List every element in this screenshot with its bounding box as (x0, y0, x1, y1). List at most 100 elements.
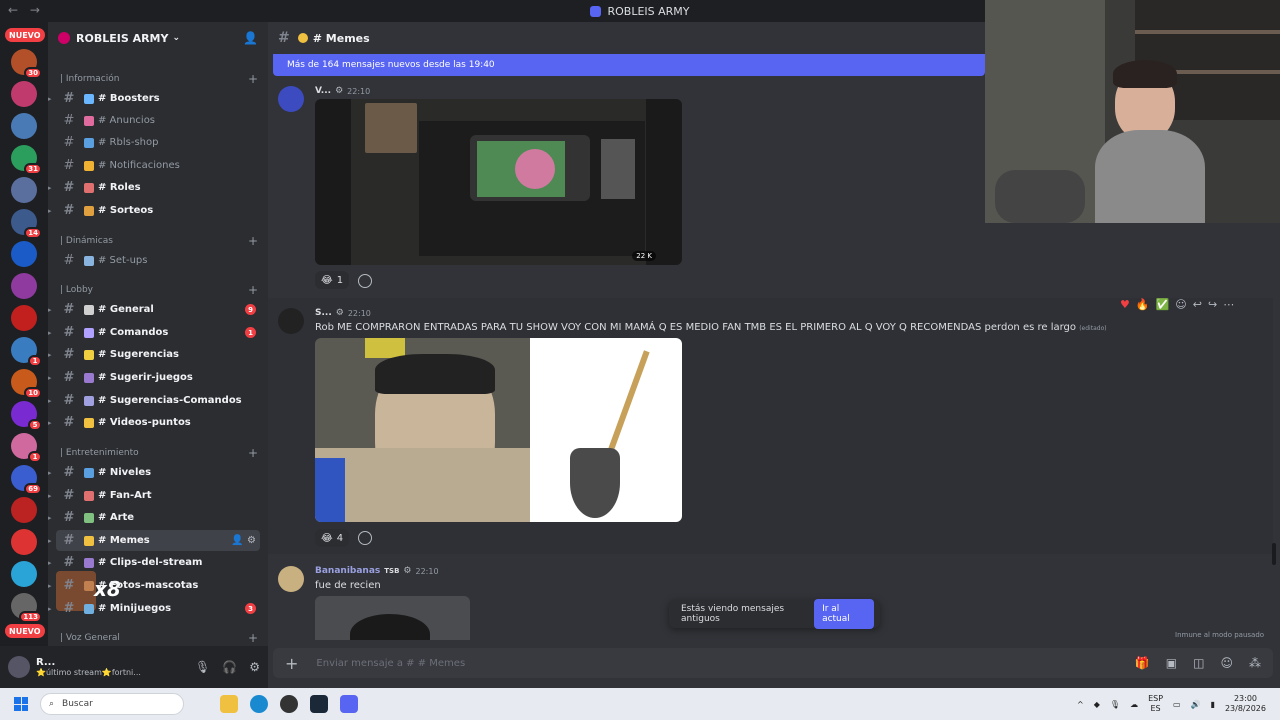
avatar[interactable] (278, 308, 304, 334)
gift-icon[interactable]: 🎁 (1135, 656, 1150, 670)
channel-sugerir-juegos[interactable]: ▸ # # Sugerir-juegos (48, 367, 260, 388)
meme-image-1[interactable]: 22 K (315, 99, 682, 265)
expand-arrow-icon[interactable]: ▸ (48, 537, 52, 545)
invite-icon[interactable]: 👤 (243, 31, 258, 45)
cloud-icon[interactable]: ☁ (1130, 700, 1138, 709)
category-lobby[interactable]: | Lobby + (60, 283, 258, 297)
channel-general[interactable]: ▸ # # General 9 (48, 299, 260, 320)
file-explorer-icon[interactable] (220, 695, 238, 713)
emoji-icon[interactable]: ☺ (1220, 656, 1233, 670)
reply-icon[interactable]: ↩ (1193, 298, 1202, 311)
microphone-icon[interactable]: 🎙 (1110, 700, 1120, 709)
shield-icon[interactable]: ◆ (1094, 700, 1100, 709)
meme-image-3[interactable] (315, 596, 470, 640)
category-informacion[interactable]: | Información + (60, 72, 258, 86)
channel-boosters[interactable]: ▸ # # Boosters (48, 88, 260, 109)
server-icon[interactable] (11, 81, 37, 107)
add-reaction-icon[interactable] (358, 531, 372, 545)
channel-niveles[interactable]: ▸ # # Niveles (48, 462, 260, 483)
expand-arrow-icon[interactable]: ▸ (48, 397, 52, 405)
expand-arrow-icon[interactable]: ▸ (48, 582, 52, 590)
reaction-laugh[interactable]: 😂 4 (315, 529, 350, 547)
fire-icon[interactable]: 🔥 (1136, 298, 1150, 311)
more-icon[interactable]: ⋯ (1223, 298, 1234, 311)
expand-arrow-icon[interactable]: ▸ (48, 306, 52, 314)
category-dinamicas[interactable]: | Dinámicas + (60, 234, 258, 248)
meme-image-2[interactable] (315, 338, 682, 522)
author-name[interactable]: V... (315, 86, 331, 96)
server-icon[interactable]: 14 (11, 209, 42, 239)
server-icon[interactable] (11, 113, 37, 139)
channel-roles[interactable]: ▸ # # Roles (48, 177, 260, 198)
author-name[interactable]: S... (315, 308, 332, 318)
expand-arrow-icon[interactable]: ▸ (48, 184, 52, 192)
heart-icon[interactable]: ♥ (1120, 298, 1130, 311)
channel-settings-icon[interactable]: 👤 ⚙ (231, 535, 256, 546)
channel-notificaciones[interactable]: # # Notificaciones (56, 155, 260, 176)
add-channel-icon[interactable]: + (248, 234, 258, 248)
guild-tag[interactable]: TSB (384, 567, 399, 575)
server-icon[interactable]: 69 (11, 465, 42, 495)
clock[interactable]: 23:00 23/8/2026 (1225, 694, 1266, 714)
avatar[interactable] (278, 566, 304, 592)
discord-icon[interactable] (340, 695, 358, 713)
add-channel-icon[interactable]: + (248, 72, 258, 86)
expand-arrow-icon[interactable]: ▸ (48, 207, 52, 215)
expand-arrow-icon[interactable]: ▸ (48, 559, 52, 567)
new-pill-bottom[interactable]: NUEVO (5, 624, 45, 638)
channel-minijuegos[interactable]: ▸ # # Minijuegos 3 (48, 598, 260, 619)
expand-arrow-icon[interactable]: ▸ (48, 469, 52, 477)
windows-start-icon[interactable] (14, 697, 28, 711)
gif-icon[interactable]: ▣ (1166, 656, 1177, 670)
taskbar-search[interactable]: ⌕ Buscar (40, 693, 184, 715)
server-icon[interactable]: 5 (11, 401, 42, 431)
expand-arrow-icon[interactable]: ▸ (48, 329, 52, 337)
server-icon[interactable]: 31 (11, 145, 42, 175)
headphones-icon[interactable]: 🎧 (222, 660, 237, 674)
sticker-icon[interactable]: ◫ (1193, 656, 1204, 670)
server-icon[interactable]: 1 (11, 337, 42, 367)
network-icon[interactable]: ▭ (1173, 700, 1181, 709)
expand-arrow-icon[interactable]: ▸ (48, 95, 52, 103)
channel-rbls-shop[interactable]: # # Rbls-shop (56, 132, 260, 153)
channel-set-ups[interactable]: # # Set-ups (56, 250, 260, 271)
server-icon[interactable]: 113 (11, 593, 42, 623)
expand-arrow-icon[interactable]: ▸ (48, 419, 52, 427)
category-voz[interactable]: | Voz General + (60, 631, 258, 645)
language-indicator[interactable]: ESP ES (1148, 694, 1163, 714)
microphone-icon[interactable]: 🎙 (195, 660, 210, 674)
guild-header[interactable]: ROBLEIS ARMY ⌄ 👤 (48, 22, 268, 54)
server-icon[interactable] (11, 529, 37, 555)
channel-clips-del-stream[interactable]: ▸ # # Clips-del-stream (48, 552, 260, 573)
channel-comandos[interactable]: ▸ # # Comandos 1 (48, 322, 260, 343)
chrome-icon[interactable] (280, 695, 298, 713)
expand-arrow-icon[interactable]: ▸ (48, 492, 52, 500)
server-icon[interactable] (11, 177, 37, 203)
reaction-laugh[interactable]: 😂 1 (315, 271, 350, 289)
channel-fan-art[interactable]: ▸ # # Fan-Art (48, 485, 260, 506)
category-entretenimiento[interactable]: | Entretenimiento + (60, 446, 258, 460)
server-icon[interactable] (11, 273, 37, 299)
expand-arrow-icon[interactable]: ▸ (48, 605, 52, 613)
volume-icon[interactable]: 🔊 (1191, 700, 1201, 709)
message-composer[interactable]: + Enviar mensaje a # # Memes 🎁 ▣ ◫ ☺ ⁂ (273, 648, 1273, 678)
add-channel-icon[interactable]: + (248, 283, 258, 297)
expand-arrow-icon[interactable]: ▸ (48, 514, 52, 522)
steam-icon[interactable] (310, 695, 328, 713)
author-name[interactable]: Bananibanas (315, 566, 380, 576)
attach-plus-icon[interactable]: + (285, 654, 298, 673)
new-pill-top[interactable]: NUEVO (5, 28, 45, 42)
channel-fotos-mascotas[interactable]: ▸ # # Fotos-mascotas (48, 575, 260, 596)
server-icon[interactable]: 1 (11, 433, 42, 463)
channel-sorteos[interactable]: ▸ # # Sorteos (48, 200, 260, 221)
server-icon[interactable] (11, 305, 37, 331)
nav-arrows[interactable]: ← → (8, 3, 44, 17)
channel-anuncios[interactable]: # # Anuncios (56, 110, 260, 131)
forward-icon[interactable]: ↪ (1208, 298, 1217, 311)
check-icon[interactable]: ✅ (1156, 298, 1170, 311)
add-channel-icon[interactable]: + (248, 631, 258, 645)
scrollbar[interactable] (1272, 543, 1276, 565)
expand-arrow-icon[interactable]: ▸ (48, 374, 52, 382)
server-icon[interactable] (11, 241, 37, 267)
battery-icon[interactable]: ▮ (1211, 700, 1215, 709)
